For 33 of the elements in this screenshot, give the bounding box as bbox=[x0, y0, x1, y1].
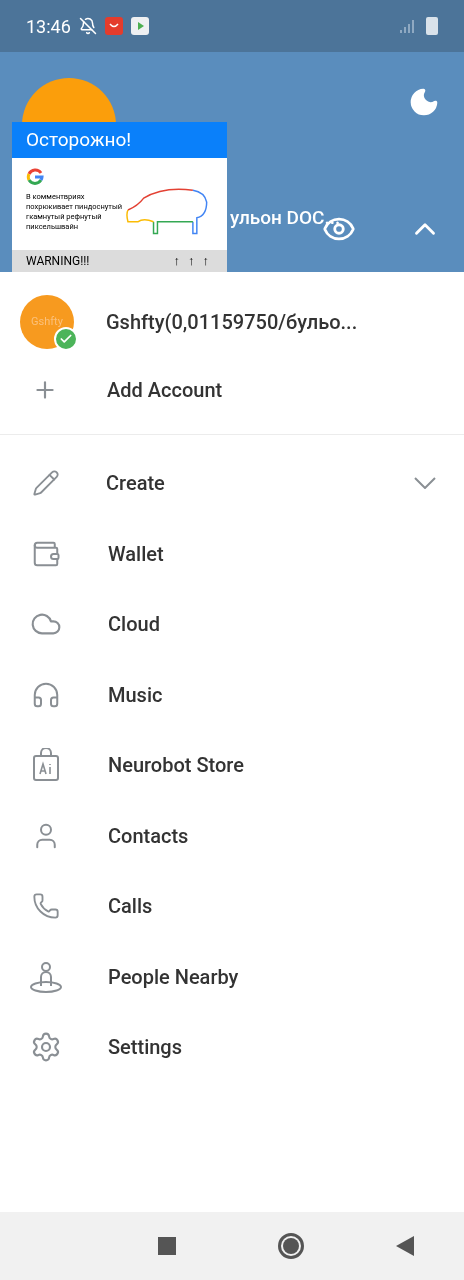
settings-icon bbox=[30, 1031, 62, 1064]
status-time: 13:46 bbox=[26, 14, 71, 39]
check-badge bbox=[54, 327, 78, 351]
shopping-bag-icon bbox=[31, 748, 61, 783]
google-logo-icon bbox=[26, 168, 44, 186]
avatar-initials: Gshfty bbox=[31, 313, 63, 330]
menu-item[interactable]: Settings bbox=[0, 1012, 464, 1083]
back-button[interactable] bbox=[396, 1236, 414, 1256]
menu-item[interactable]: Calls bbox=[0, 871, 464, 942]
play-store-icon bbox=[130, 17, 149, 35]
arrow-glyph: ↑ bbox=[188, 252, 195, 271]
menu-item[interactable]: Create bbox=[0, 448, 464, 519]
menu-item[interactable]: Cloud bbox=[0, 589, 464, 660]
person-on-spot-icon bbox=[28, 959, 64, 994]
add-account-item[interactable]: Add Account bbox=[0, 370, 464, 410]
arrow-glyph: ↑ bbox=[202, 252, 209, 271]
menu-item[interactable]: People Nearby bbox=[0, 941, 464, 1012]
pencil-icon bbox=[32, 469, 60, 498]
app-notification-icon bbox=[104, 17, 123, 35]
account-row[interactable]: Gshfty Gshfty(0,01159750/бульо... bbox=[0, 272, 464, 372]
menu-item[interactable]: Contacts bbox=[0, 800, 464, 871]
arrow-glyph: ↑ bbox=[173, 252, 180, 271]
menu-item[interactable]: Music bbox=[0, 659, 464, 730]
account-name: ульон DOC... bbox=[230, 205, 341, 231]
sticker-title: Осторожно! bbox=[26, 126, 132, 153]
night-mode-icon[interactable] bbox=[408, 86, 440, 118]
account-name: Gshfty(0,01159750/бульо... bbox=[106, 309, 358, 336]
home-button[interactable] bbox=[278, 1233, 304, 1259]
menu-item[interactable]: Neurobot Store bbox=[0, 730, 464, 801]
sticker-footer: WARNING!!! bbox=[26, 252, 90, 270]
phone-icon bbox=[32, 892, 60, 921]
menu-item[interactable]: Wallet bbox=[0, 518, 464, 589]
muted-bell-icon bbox=[78, 17, 97, 35]
